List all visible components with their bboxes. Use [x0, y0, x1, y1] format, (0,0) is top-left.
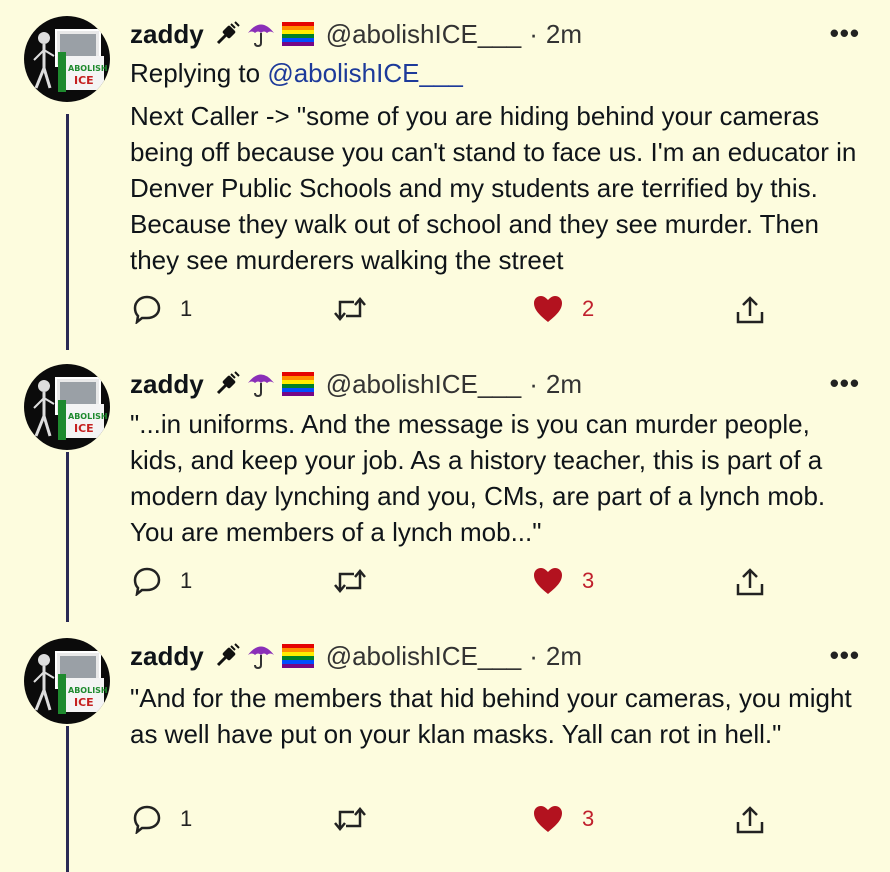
heart-icon: [532, 566, 564, 596]
share-button[interactable]: [734, 294, 766, 326]
tweet[interactable]: ABOLISH ICE zaddy @abolishICE___ · 2m ••…: [0, 622, 890, 872]
timestamp[interactable]: 2m: [546, 19, 582, 50]
handle[interactable]: @abolishICE___: [326, 19, 522, 50]
reply-icon: [132, 294, 162, 324]
like-button[interactable]: 3: [532, 804, 594, 834]
more-options-button[interactable]: •••: [830, 640, 860, 671]
avatar-text-line1: ABOLISH: [68, 412, 108, 421]
replying-to: Replying to @abolishICE___: [130, 58, 463, 89]
retweet-icon: [332, 804, 368, 834]
tweet-header: zaddy @abolishICE___ · 2m: [130, 638, 582, 674]
heart-icon: [532, 294, 564, 324]
reply-button[interactable]: 1: [132, 566, 192, 596]
avatar[interactable]: ABOLISH ICE: [24, 16, 110, 102]
avatar-text-line2: ICE: [74, 696, 94, 709]
reply-count: 1: [180, 568, 193, 593]
retweet-button[interactable]: [332, 566, 368, 596]
like-count: 3: [582, 568, 595, 593]
heart-icon: [532, 804, 564, 834]
tweet-text: Next Caller -> "some of you are hiding b…: [130, 101, 857, 275]
retweet-icon: [332, 294, 368, 324]
share-icon: [734, 566, 766, 598]
reply-icon: [132, 566, 162, 596]
tweet-text: "...in uniforms. And the message is you …: [130, 409, 826, 547]
more-options-button[interactable]: •••: [830, 18, 860, 49]
timestamp[interactable]: 2m: [546, 369, 582, 400]
tweet[interactable]: ABOLISH ICE zaddy @abolishICE___ · 2m ••…: [0, 0, 890, 350]
action-bar: 1 2: [0, 294, 890, 334]
tweet[interactable]: ABOLISH ICE zaddy @abolishICE___ · 2m ••…: [0, 350, 890, 622]
umbrella-icon: [246, 642, 276, 670]
tweet-header: zaddy @abolishICE___ · 2m: [130, 16, 582, 52]
retweet-button[interactable]: [332, 294, 368, 324]
handle[interactable]: @abolishICE___: [326, 641, 522, 672]
avatar[interactable]: ABOLISH ICE: [24, 638, 110, 724]
reply-button[interactable]: 1: [132, 804, 192, 834]
plug-icon: [214, 371, 240, 397]
retweet-icon: [332, 566, 368, 596]
reply-button[interactable]: 1: [132, 294, 192, 324]
rainbow-flag-icon: [281, 22, 314, 46]
umbrella-icon: [246, 370, 276, 398]
avatar[interactable]: ABOLISH ICE: [24, 364, 110, 450]
replying-prefix: Replying to: [130, 58, 261, 88]
separator: ·: [529, 640, 538, 671]
display-name[interactable]: zaddy: [130, 641, 204, 672]
avatar-text-line2: ICE: [74, 74, 94, 87]
umbrella-icon: [246, 20, 276, 48]
avatar-text-line1: ABOLISH: [68, 686, 108, 695]
plug-icon: [214, 643, 240, 669]
display-name[interactable]: zaddy: [130, 19, 204, 50]
timestamp[interactable]: 2m: [546, 641, 582, 672]
avatar-text-line2: ICE: [74, 422, 94, 435]
retweet-button[interactable]: [332, 804, 368, 834]
replying-mention-link[interactable]: @abolishICE___: [267, 58, 463, 88]
display-name[interactable]: zaddy: [130, 369, 204, 400]
share-button[interactable]: [734, 566, 766, 598]
action-bar: 1 3: [0, 566, 890, 606]
handle[interactable]: @abolishICE___: [326, 369, 522, 400]
separator: ·: [529, 18, 538, 49]
reply-icon: [132, 804, 162, 834]
rainbow-flag-icon: [281, 372, 314, 396]
avatar-text-line1: ABOLISH: [68, 64, 108, 73]
like-count: 2: [582, 296, 595, 321]
like-button[interactable]: 3: [532, 566, 594, 596]
tweet-header: zaddy @abolishICE___ · 2m: [130, 366, 582, 402]
reply-count: 1: [180, 296, 193, 321]
separator: ·: [529, 368, 538, 399]
plug-icon: [214, 21, 240, 47]
action-bar: 1 3: [0, 804, 890, 844]
share-icon: [734, 804, 766, 836]
rainbow-flag-icon: [281, 644, 314, 668]
tweet-text: "And for the members that hid behind you…: [130, 683, 852, 749]
like-count: 3: [582, 806, 595, 831]
share-icon: [734, 294, 766, 326]
share-button[interactable]: [734, 804, 766, 836]
more-options-button[interactable]: •••: [830, 368, 860, 399]
like-button[interactable]: 2: [532, 294, 594, 324]
reply-count: 1: [180, 806, 193, 831]
thread-line: [66, 726, 69, 872]
